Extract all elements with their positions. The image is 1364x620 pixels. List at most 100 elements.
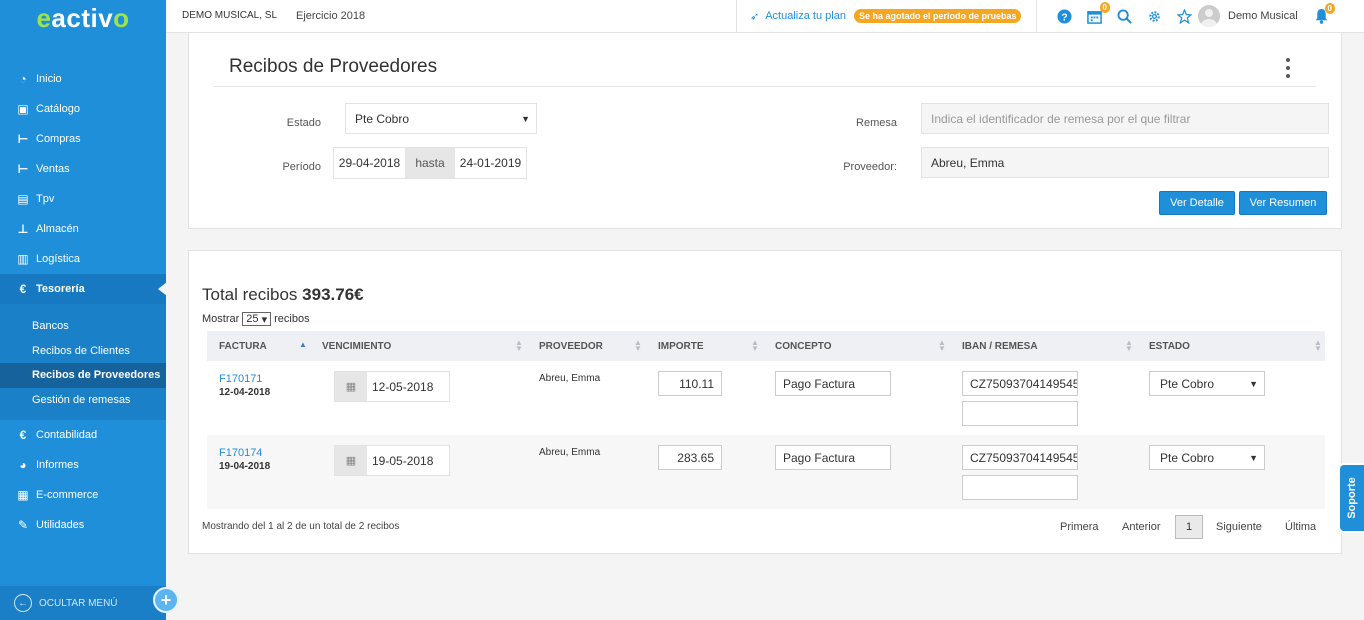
sort-icon: ▲ ▼	[751, 338, 759, 353]
search-icon[interactable]	[1114, 7, 1134, 25]
star-icon[interactable]	[1174, 7, 1194, 25]
ver-detalle-button[interactable]: Ver Detalle	[1159, 191, 1235, 215]
notification-badge: 0	[1324, 3, 1335, 14]
header-vencimiento[interactable]: VENCIMIENTO	[322, 331, 391, 361]
header-proveedor[interactable]: PROVEEDOR	[539, 331, 603, 361]
remesa-row-input[interactable]	[962, 401, 1078, 426]
pager-current[interactable]: 1	[1175, 515, 1203, 539]
pager-prev[interactable]: Anterior	[1122, 521, 1161, 533]
header-estado[interactable]: ESTADO	[1149, 331, 1190, 361]
sidebar-item-label: Logística	[36, 253, 81, 265]
topbar-divider	[1036, 0, 1037, 33]
proveedor-input[interactable]: Abreu, Emma	[921, 147, 1329, 178]
sidebar-subitem-recibos-clientes[interactable]: Recibos de Clientes	[0, 339, 166, 364]
sidebar-item-tesoreria[interactable]: € Tesorería	[0, 274, 167, 304]
euro-icon: €	[19, 428, 27, 442]
support-tab[interactable]: Soporte	[1338, 463, 1364, 533]
sidebar-item-utilidades[interactable]: ✎ Utilidades	[0, 510, 166, 540]
sidebar-subnav-tesoreria: Bancos Recibos de Clientes Recibos de Pr…	[0, 304, 166, 420]
table-row: F170174 19-04-2018 ▦ 19-05-2018 Abreu, E…	[207, 435, 1325, 509]
remesa-row-input[interactable]	[962, 475, 1078, 500]
date-to-input[interactable]: 24-01-2019	[455, 148, 526, 178]
total-value: 393.76€	[302, 285, 364, 304]
factura-link[interactable]: F170171	[219, 373, 262, 385]
sidebar-subitem-gestion-remesas[interactable]: Gestión de remesas	[0, 388, 166, 413]
estado-row-select[interactable]: Pte Cobro ▼	[1149, 445, 1265, 470]
sidebar-item-label: Informes	[36, 459, 79, 471]
cart-icon: ⊢	[17, 162, 29, 176]
page-size-control: Mostrar 25 ▾ recibos	[202, 312, 310, 326]
sidebar-item-compras[interactable]: ⊢ Compras	[0, 124, 166, 154]
sidebar-item-ventas[interactable]: ⊢ Ventas	[0, 154, 166, 184]
header-factura[interactable]: FACTURA	[219, 331, 267, 361]
sort-icon: ▲ ▼	[938, 338, 946, 353]
proveedor-label: Proveedor:	[843, 161, 897, 173]
arrow-left-icon: ←	[14, 594, 32, 612]
vencimiento-input[interactable]: ▦ 19-05-2018	[334, 445, 450, 476]
ver-resumen-button[interactable]: Ver Resumen	[1239, 191, 1327, 215]
calendar-badge: 0	[1099, 2, 1110, 13]
avatar	[1198, 5, 1220, 27]
fiscal-year[interactable]: Ejercicio 2018	[296, 10, 365, 22]
user-menu[interactable]: Demo Musical	[1198, 5, 1298, 27]
iban-input[interactable]: CZ750937041495454	[962, 445, 1078, 470]
pager-next[interactable]: Siguiente	[1216, 521, 1262, 533]
app-logo[interactable]: e activ o	[0, 0, 166, 36]
header-iban[interactable]: IBAN / REMESA	[962, 331, 1038, 361]
sidebar-subitem-bancos[interactable]: Bancos	[0, 314, 166, 339]
proveedor-cell: Abreu, Emma	[539, 373, 601, 384]
sidebar-item-almacen[interactable]: ⊥ Almacén	[0, 214, 166, 244]
iban-input[interactable]: CZ750937041495454	[962, 371, 1078, 396]
sort-asc-icon: ▲	[299, 340, 307, 349]
vencimiento-value: 12-05-2018	[372, 379, 434, 394]
header-concepto[interactable]: CONCEPTO	[775, 331, 832, 361]
more-options-icon[interactable]	[1284, 58, 1292, 78]
pager-last[interactable]: Última	[1285, 521, 1316, 533]
factura-date: 12-04-2018	[219, 387, 271, 398]
total-label: Total recibos	[202, 285, 298, 304]
date-from-input[interactable]: 29-04-2018	[334, 148, 405, 178]
page-size-select[interactable]: 25 ▾	[242, 312, 272, 326]
trial-badge: Se ha agotado el periodo de pruebas	[853, 9, 1022, 23]
sidebar-item-label: Utilidades	[36, 519, 85, 531]
sidebar-item-label: Tpv	[36, 193, 55, 205]
pos-icon: ▤	[17, 192, 29, 206]
sort-icon: ▲ ▼	[1314, 338, 1322, 353]
sidebar-item-ecommerce[interactable]: ▦ E-commerce	[0, 480, 166, 510]
pagination-info: Mostrando del 1 al 2 de un total de 2 re…	[202, 521, 400, 532]
upgrade-plan-link[interactable]: ➶ Actualiza tu plan Se ha agotado el per…	[750, 9, 1022, 23]
help-icon[interactable]: ?	[1054, 7, 1074, 25]
topbar: DEMO MUSICAL, SL Ejercicio 2018 ➶ Actual…	[166, 0, 1364, 33]
sidebar-item-logistica[interactable]: ▥ Logística	[0, 244, 166, 274]
vencimiento-input[interactable]: ▦ 12-05-2018	[334, 371, 450, 402]
sidebar-item-tpv[interactable]: ▤ Tpv	[0, 184, 166, 214]
estado-select[interactable]: Pte Cobro ▼	[345, 103, 537, 134]
add-icon[interactable]: +	[153, 587, 179, 613]
calendar-icon[interactable]: 0	[1084, 2, 1110, 25]
header-importe[interactable]: IMPORTE	[658, 331, 704, 361]
gear-icon[interactable]	[1144, 7, 1164, 25]
estado-row-value: Pte Cobro	[1160, 450, 1215, 465]
sidebar-item-label: Catálogo	[36, 103, 81, 115]
sidebar-item-informes[interactable]: ◕ Informes	[0, 450, 166, 480]
company-name[interactable]: DEMO MUSICAL, SL	[182, 10, 277, 21]
hide-menu-button[interactable]: ← OCULTAR MENÚ	[0, 586, 166, 620]
bell-icon[interactable]: 0	[1314, 3, 1335, 28]
sidebar-item-inicio[interactable]: ◔ Inicio	[0, 64, 166, 94]
vencimiento-value: 19-05-2018	[372, 453, 434, 468]
proveedor-cell: Abreu, Emma	[539, 447, 601, 458]
concepto-input[interactable]: Pago Factura	[775, 371, 891, 396]
periodo-label: Período	[282, 161, 321, 173]
sidebar: e activ o ◔ Inicio ▣ Catálogo ⊢ Compras ⊢ Vent…	[0, 0, 167, 620]
factura-link[interactable]: F170174	[219, 447, 262, 459]
sort-icon: ▲ ▼	[1125, 338, 1133, 353]
importe-input[interactable]: 283.65	[658, 445, 722, 470]
importe-input[interactable]: 110.11	[658, 371, 722, 396]
estado-row-select[interactable]: Pte Cobro ▼	[1149, 371, 1265, 396]
sidebar-item-catalogo[interactable]: ▣ Catálogo	[0, 94, 166, 124]
concepto-input[interactable]: Pago Factura	[775, 445, 891, 470]
sidebar-item-contabilidad[interactable]: € Contabilidad	[0, 420, 166, 450]
pager-first[interactable]: Primera	[1060, 521, 1099, 533]
remesa-input[interactable]: Indica el identificador de remesa por el…	[921, 103, 1329, 134]
sidebar-subitem-recibos-proveedores[interactable]: Recibos de Proveedores	[0, 363, 166, 388]
